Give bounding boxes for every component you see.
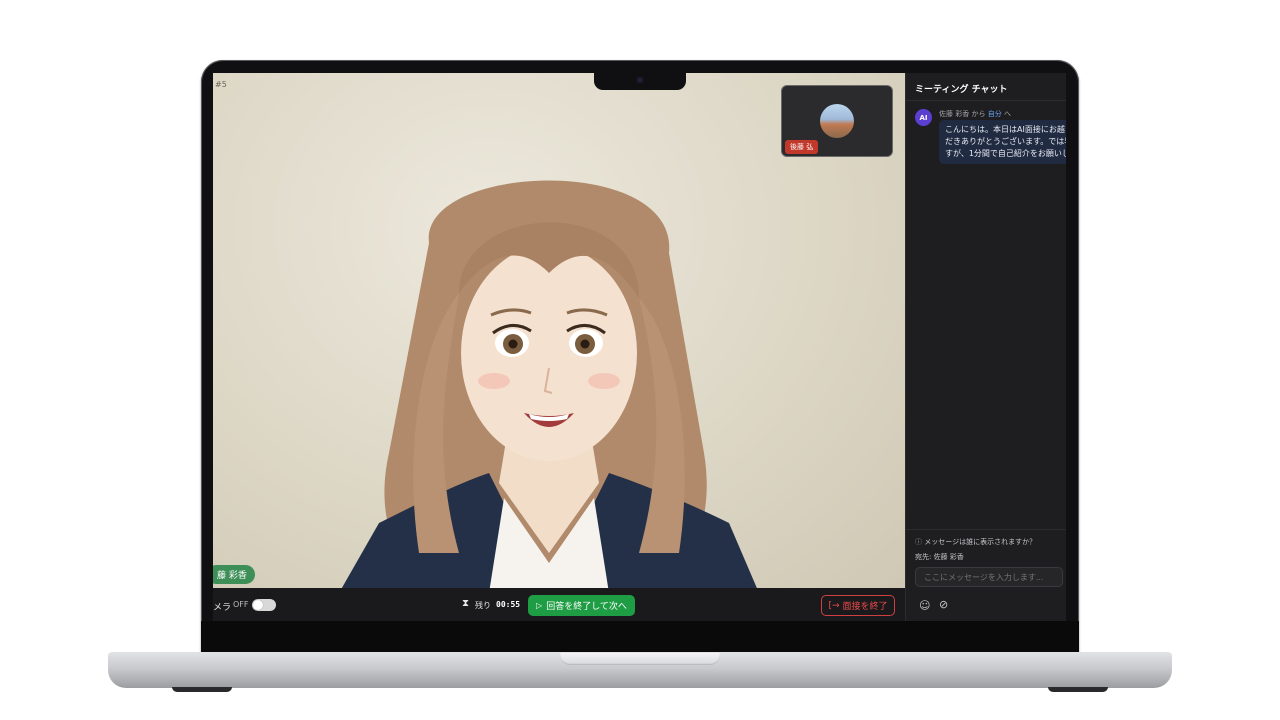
info-icon: ⓘ — [915, 538, 922, 546]
next-button-label: 回答を終了して次へ — [546, 602, 627, 612]
message-from: から — [971, 110, 986, 118]
message-line: すが、1分間で自己紹介をお願いしま — [945, 149, 1066, 158]
laptop-foot-right — [1048, 687, 1108, 692]
ai-avatar: AI — [915, 109, 932, 126]
message-recipient[interactable]: 自分 — [988, 110, 1002, 118]
camera-toggle[interactable] — [252, 599, 276, 611]
self-view-tile[interactable]: 後藤 弘 — [781, 85, 893, 157]
chat-title: ミーティング チャット — [915, 85, 1008, 95]
chat-message: こんにちは。本日はAI面接にお越し だきありがとうございます。では早速 すが、1… — [939, 120, 1066, 164]
timer-label: 残り — [475, 601, 491, 610]
message-to: へ — [1003, 110, 1011, 118]
camera-state: OFF — [233, 600, 249, 609]
participant-name-badge: 藤 彩香 — [213, 565, 255, 584]
exit-icon: [→ — [828, 600, 840, 611]
divider — [906, 100, 1066, 101]
message-sender: 佐藤 彩香 — [939, 110, 970, 118]
laptop-chin — [201, 621, 1079, 653]
camera-label: メラ — [213, 603, 232, 613]
laptop-frame: #5 藤 彩香 後藤 弘 メラ OFF ⧗ 残り 00:55 ▷ 回答を終了して… — [0, 0, 1280, 720]
finish-answer-next-button[interactable]: ▷ 回答を終了して次へ — [528, 595, 635, 616]
laptop-foot-left — [172, 687, 232, 692]
self-avatar — [820, 104, 854, 138]
emoji-icon[interactable]: ☺ — [919, 599, 930, 612]
end-button-label: 面接を終了 — [842, 602, 888, 612]
play-icon: ▷ — [536, 601, 543, 610]
chat-message-input[interactable] — [915, 567, 1063, 587]
lid-opening-notch — [560, 653, 720, 665]
divider — [906, 529, 1066, 530]
message-meta: 佐藤 彩香 から 自分 へ — [939, 109, 1011, 119]
control-bar: メラ OFF ⧗ 残り 00:55 ▷ 回答を終了して次へ [→ 面接を終了 — [213, 588, 905, 621]
camera-notch — [594, 73, 686, 90]
visibility-note: ⓘ メッセージは誰に表示されますか？ — [915, 537, 1036, 547]
meeting-chat-panel: ミーティング チャット AI 佐藤 彩香 から 自分 へ こんにちは。本日はAI… — [905, 73, 1066, 621]
message-line: こんにちは。本日はAI面接にお越し — [945, 125, 1066, 134]
attachment-icon[interactable]: ⊘ — [939, 598, 948, 611]
visibility-note-text: メッセージは誰に表示されますか？ — [924, 538, 1037, 546]
addressee[interactable]: 宛先: 佐藤 彩香 — [915, 552, 964, 562]
ai-interviewer-avatar — [341, 180, 757, 588]
timer-value: 00:55 — [496, 600, 521, 609]
end-interview-button[interactable]: [→ 面接を終了 — [821, 595, 895, 616]
message-line: だきありがとうございます。では早速 — [945, 137, 1066, 146]
camera-icon — [637, 77, 643, 83]
self-name-badge: 後藤 弘 — [785, 140, 819, 154]
room-tag: #5 — [215, 80, 227, 89]
screen: #5 藤 彩香 後藤 弘 メラ OFF ⧗ 残り 00:55 ▷ 回答を終了して… — [213, 73, 1066, 621]
hourglass-icon: ⧗ — [462, 598, 470, 609]
ai-interviewer-video: #5 藤 彩香 後藤 弘 — [213, 73, 905, 588]
